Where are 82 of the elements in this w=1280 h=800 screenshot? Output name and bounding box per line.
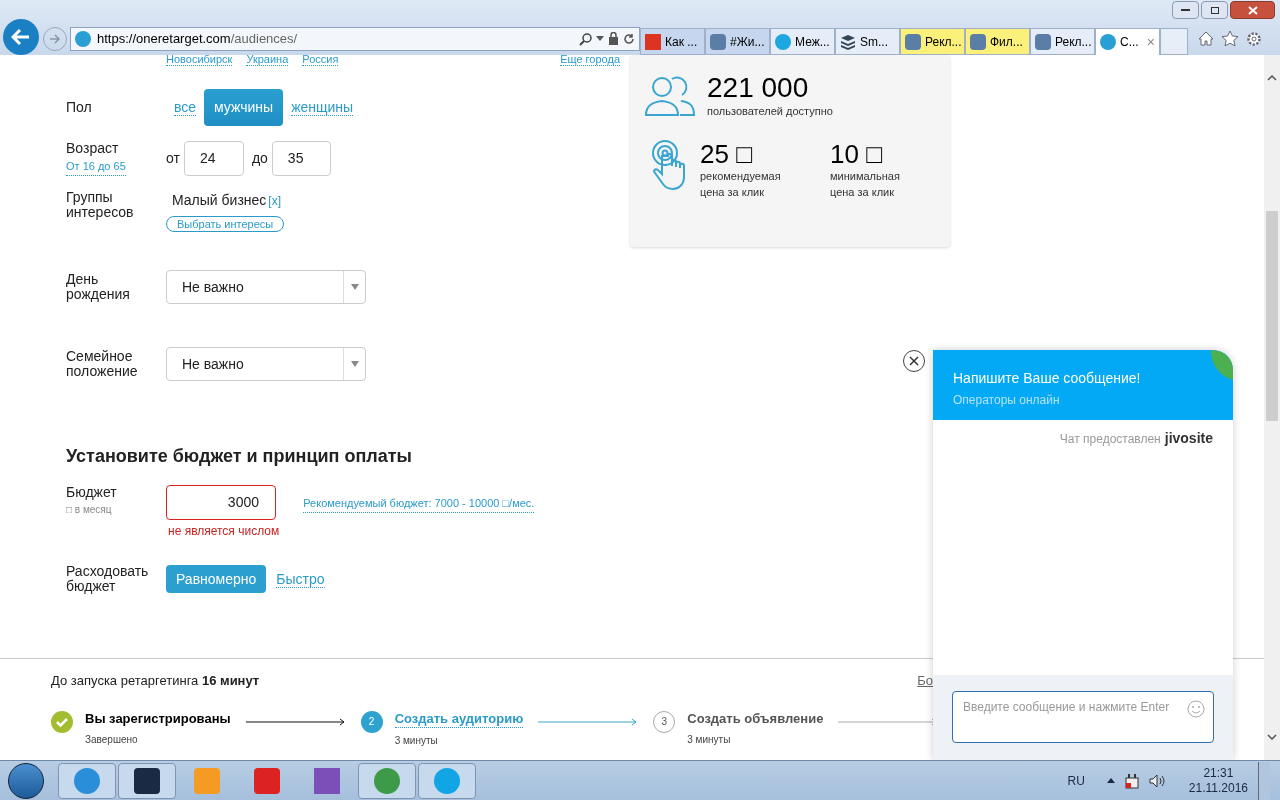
settings-icon[interactable] (1246, 30, 1262, 47)
close-icon (909, 356, 919, 366)
restore-button[interactable] (1201, 1, 1228, 19)
start-button[interactable] (8, 762, 44, 799)
dropdown[interactable]: Не важно (166, 270, 366, 304)
browser-tab[interactable]: Sm... (835, 28, 900, 55)
launch-timer: До запуска ретаргетинга 16 минут (51, 672, 260, 690)
home-icon[interactable] (1198, 31, 1214, 46)
minimum-price: 10 □ (830, 139, 883, 168)
to-label: до (251, 149, 268, 168)
budget-period: □ в месяц (66, 503, 113, 517)
back-button[interactable] (3, 18, 39, 55)
scroll-up-icon[interactable] (1267, 75, 1277, 81)
users-count: 221 000 (707, 73, 810, 103)
users-icon (645, 75, 695, 118)
step-title: Создать объявление (687, 710, 824, 727)
scrollbar[interactable] (1264, 55, 1280, 760)
address-bar[interactable]: https://oneretarget.com/audiences/ (70, 26, 640, 51)
field-label: Группы интересов (66, 190, 135, 220)
search-icon (579, 31, 593, 46)
language-indicator[interactable]: RU (1067, 771, 1085, 790)
brand-logo[interactable]: jivosite (1164, 428, 1213, 449)
close-icon (1247, 5, 1258, 15)
stack-icon (840, 33, 856, 50)
error-message: не является числом (168, 523, 280, 540)
browser-tab[interactable]: Рекл... (1030, 28, 1095, 55)
show-desktop-button[interactable] (1258, 761, 1270, 800)
tray-arrow-icon[interactable] (1106, 778, 1115, 783)
minimum-price-label: минимальная цена за клик (830, 168, 901, 200)
browser-tab[interactable]: Рекл... (900, 28, 965, 55)
power-icon[interactable] (1124, 772, 1139, 789)
field-label: Бюджет (66, 485, 118, 500)
browser-tab[interactable]: Как ... (640, 28, 705, 55)
chat-subtitle: Операторы онлайн (953, 392, 1061, 409)
caret-icon (596, 36, 604, 41)
browser-tab[interactable]: #Жи... (705, 28, 770, 55)
step-duration: 3 минуты (394, 733, 439, 748)
browser-tab[interactable]: С... × (1095, 28, 1160, 55)
field-label: Семейное положение (66, 349, 139, 379)
interest-tag: Малый бизнес (172, 190, 267, 211)
section-heading: Установите бюджет и принцип оплаты (66, 445, 413, 468)
chat-title: Напишите Ваше сообщение! (953, 369, 1142, 388)
back-arrow-icon (11, 27, 31, 46)
more-link[interactable]: Бо (917, 671, 933, 691)
step-duration: 3 минуты (687, 732, 732, 747)
step-number: 2 (360, 710, 383, 733)
clock-date[interactable]: 21.11.2016 (1188, 780, 1248, 796)
minimize-button[interactable] (1172, 1, 1199, 19)
square-icon (905, 33, 921, 50)
clock-time[interactable]: 21:31 (1203, 765, 1234, 781)
star-icon[interactable] (1222, 31, 1238, 46)
lock-icon (608, 32, 619, 45)
field-label: Возраст (66, 141, 120, 157)
dropdown[interactable]: Не важно (166, 347, 366, 381)
field-label: Пол (66, 100, 93, 115)
field-label: День рождения (66, 272, 131, 302)
browser-tab[interactable]: Фил... (965, 28, 1030, 55)
users-label: пользователей доступно (707, 104, 833, 119)
recommended-price-label: рекомендуемая цена за клик (700, 168, 782, 200)
close-tab-button[interactable]: × (1146, 31, 1155, 53)
recommended-price: 25 □ (700, 139, 753, 168)
refresh-icon (623, 32, 635, 45)
arrow-icon (245, 717, 346, 726)
scroll-thumb[interactable] (1266, 211, 1278, 421)
caret-icon (350, 361, 359, 367)
budget-field[interactable]: 3000 (166, 485, 276, 520)
forward-arrow-icon (49, 33, 61, 44)
browser-tab[interactable]: Меж... (770, 28, 835, 55)
corner-decoration (1211, 350, 1233, 380)
age-to-field[interactable]: 35 (271, 141, 331, 176)
from-label: от (166, 149, 180, 168)
step-title: Вы зарегистрированы (85, 710, 231, 727)
step-duration: Завершено (85, 732, 139, 747)
powered-by-text: Чат предоставлен (1059, 430, 1161, 448)
close-chat-button[interactable] (903, 350, 925, 372)
field-label: Расходовать бюджет (66, 564, 150, 594)
arrow-icon (538, 717, 639, 726)
volume-icon[interactable] (1148, 773, 1165, 788)
caret-icon (350, 284, 359, 290)
age-from-field[interactable]: 24 (183, 141, 244, 176)
close-button[interactable] (1230, 1, 1275, 19)
scroll-down-icon[interactable] (1267, 734, 1277, 740)
